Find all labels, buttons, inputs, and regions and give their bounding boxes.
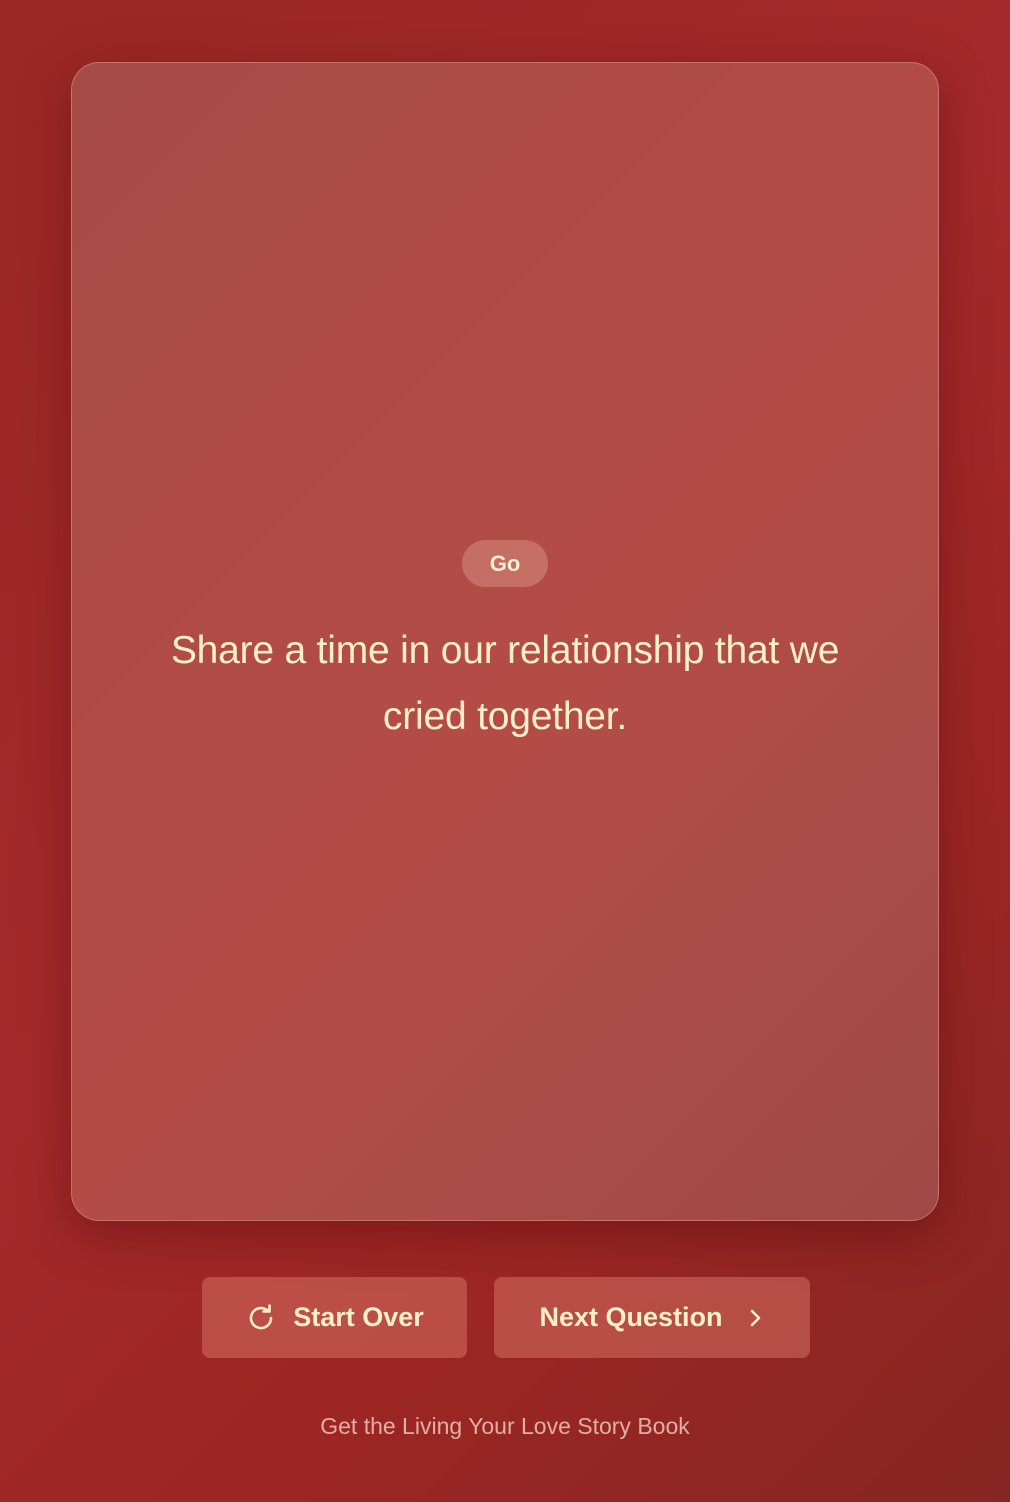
book-link[interactable]: Get the Living Your Love Story Book	[0, 1413, 1010, 1440]
question-card: Go Share a time in our relationship that…	[71, 62, 939, 1221]
category-badge: Go	[462, 540, 548, 587]
question-text: Share a time in our relationship that we…	[170, 629, 840, 738]
start-over-button[interactable]: Start Over	[202, 1277, 467, 1358]
refresh-icon	[245, 1302, 277, 1334]
next-question-button[interactable]: Next Question	[494, 1277, 810, 1358]
start-over-label: Start Over	[293, 1302, 424, 1332]
chevron-right-icon	[745, 1306, 765, 1330]
controls-bar: Start Over Next Question	[0, 1277, 1010, 1358]
next-question-label: Next Question	[539, 1302, 723, 1332]
